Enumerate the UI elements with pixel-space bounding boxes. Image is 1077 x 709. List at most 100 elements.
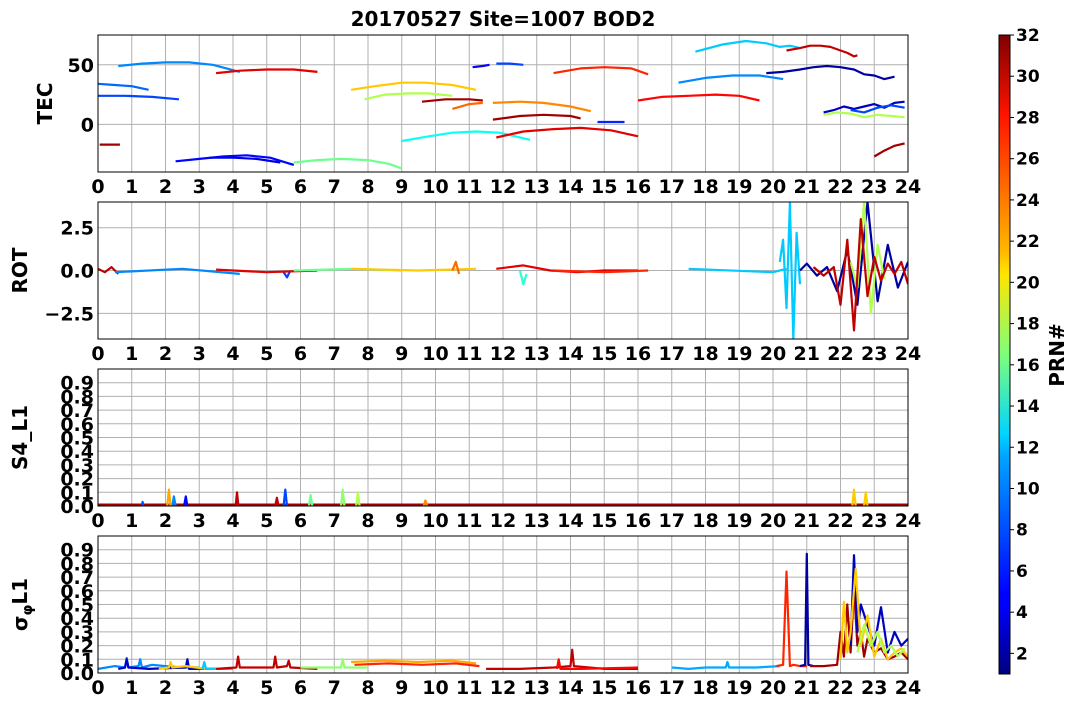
x-tick-label: 8	[361, 510, 374, 532]
colorbar-ticks: 2468101214161820222426283032	[1010, 26, 1040, 664]
series-line-prn-27	[776, 570, 807, 668]
x-tick-label: 24	[895, 677, 921, 699]
series-line-prn-7	[496, 62, 524, 66]
colorbar-tick-label: 10	[1016, 479, 1040, 499]
x-tick-label: 9	[395, 510, 408, 532]
series-line-prn-9	[678, 74, 784, 84]
x-tick-label: 0	[91, 343, 104, 365]
x-tick-label: 8	[361, 343, 374, 365]
series-line-prn-27	[553, 66, 649, 76]
series-line-prn-31	[421, 98, 483, 103]
x-tick-label: 11	[456, 510, 482, 532]
x-tick-label: 16	[625, 343, 651, 365]
x-tick-label: 17	[659, 343, 685, 365]
x-tick-label: 9	[395, 176, 408, 198]
colorbar: 2468101214161820222426283032 PRN#	[998, 26, 1069, 675]
x-tick-label: 22	[827, 343, 853, 365]
x-tick-label: 3	[193, 677, 206, 699]
y-tick-label: 0.9	[60, 540, 94, 562]
x-tick-label: 20	[760, 176, 786, 198]
colorbar-tick-label: 14	[1016, 397, 1040, 417]
y-axis-label: σφL1	[8, 578, 36, 631]
x-tick-label: 15	[591, 677, 617, 699]
x-tick-label: 4	[226, 510, 239, 532]
x-tick-label: 5	[260, 343, 273, 365]
x-tick-label: 11	[456, 176, 482, 198]
x-tick-label: 19	[726, 343, 752, 365]
x-tick-label: 20	[760, 343, 786, 365]
x-tick-label: 18	[692, 677, 718, 699]
x-tick-label: 7	[328, 343, 341, 365]
x-tick-label: 14	[557, 343, 583, 365]
series-line-prn-11	[695, 39, 801, 53]
x-tick-label: 21	[794, 176, 820, 198]
series-line-prn-9	[118, 61, 241, 73]
x-tick-label: 14	[557, 176, 583, 198]
x-tick-label: 7	[328, 176, 341, 198]
colorbar-tick-label: 32	[1016, 26, 1040, 46]
x-tick-label: 13	[524, 176, 550, 198]
x-tick-label: 2	[159, 510, 172, 532]
series-line-prn-8	[98, 82, 149, 91]
x-tick-label: 13	[524, 677, 550, 699]
figure-title: 20170527 Site=1007 BOD2	[351, 7, 656, 31]
x-tick-label: 21	[794, 343, 820, 365]
x-tick-label: 13	[524, 343, 550, 365]
x-tick-label: 6	[294, 343, 307, 365]
x-tick-label: 8	[361, 176, 374, 198]
x-tick-label: 7	[328, 510, 341, 532]
x-tick-label: 15	[591, 343, 617, 365]
x-tick-label: 10	[422, 677, 448, 699]
x-tick-label: 13	[524, 510, 550, 532]
x-tick-label: 2	[159, 343, 172, 365]
series-line-prn-22	[350, 81, 477, 91]
x-tick-label: 23	[861, 343, 887, 365]
x-tick-label: 23	[861, 510, 887, 532]
x-tick-label: 12	[490, 677, 516, 699]
x-tick-label: 1	[125, 176, 138, 198]
series-line-prn-28	[555, 658, 639, 671]
series-line-prn-13	[401, 130, 531, 143]
x-tick-label: 20	[760, 677, 786, 699]
y-axis-label: TEC	[33, 83, 57, 125]
panels: 0 1 2 3 4 5 6 7 8 9 10 11 12 13 14 15 16 17 18 19 20 21 22 23 24…	[8, 34, 921, 699]
x-tick-label: 23	[861, 677, 887, 699]
series-line-prn-25	[451, 260, 461, 275]
series-line-prn-2	[766, 64, 895, 81]
y-tick-label: 0.9	[60, 373, 94, 395]
colorbar-tick-label: 30	[1016, 67, 1040, 87]
x-tick-label: 23	[861, 176, 887, 198]
x-tick-label: 6	[294, 510, 307, 532]
panel-rot: 0 1 2 3 4 5 6 7 8 9 10 11 12 13 14 15 16 17 18 19 20 21 22 23 24…	[8, 201, 921, 365]
x-tick-label: 16	[625, 176, 651, 198]
panel-tec: 0 1 2 3 4 5 6 7 8 9 10 11 12 13 14 15 16 17 18 19 20 21 22 23 24…	[33, 34, 921, 198]
x-tick-label: 6	[294, 677, 307, 699]
y-tick-label: −2.5	[44, 303, 94, 325]
panel-sigma-phi-l1: 0 1 2 3 4 5 6 7 8 9 10 11 12 13 14 15 16 17 18 19 20 21 22 23 24…	[8, 535, 921, 699]
y-tick-label: 0	[81, 114, 94, 136]
x-tick-label: 6	[294, 176, 307, 198]
colorbar-tick-label: 12	[1016, 438, 1040, 458]
colorbar-tick-label: 4	[1016, 603, 1028, 623]
x-tick-label: 22	[827, 510, 853, 532]
series-line-prn-7	[98, 94, 180, 101]
x-tick-label: 11	[456, 677, 482, 699]
x-tick-label: 18	[692, 510, 718, 532]
x-tick-label: 1	[125, 510, 138, 532]
x-tick-label: 22	[827, 176, 853, 198]
x-tick-label: 4	[226, 176, 239, 198]
x-tick-label: 5	[260, 176, 273, 198]
x-tick-label: 18	[692, 176, 718, 198]
x-tick-label: 3	[193, 510, 206, 532]
x-tick-label: 21	[794, 510, 820, 532]
series-line-prn-24	[492, 100, 592, 113]
x-tick-label: 16	[625, 510, 651, 532]
y-tick-label: 50	[68, 55, 94, 77]
x-tick-label: 14	[557, 510, 583, 532]
series-line-prn-27	[354, 662, 480, 668]
x-tick-label: 10	[422, 343, 448, 365]
x-tick-label: 10	[422, 176, 448, 198]
x-tick-label: 5	[260, 510, 273, 532]
series-line-prn-16	[293, 157, 403, 170]
x-tick-label: 17	[659, 176, 685, 198]
